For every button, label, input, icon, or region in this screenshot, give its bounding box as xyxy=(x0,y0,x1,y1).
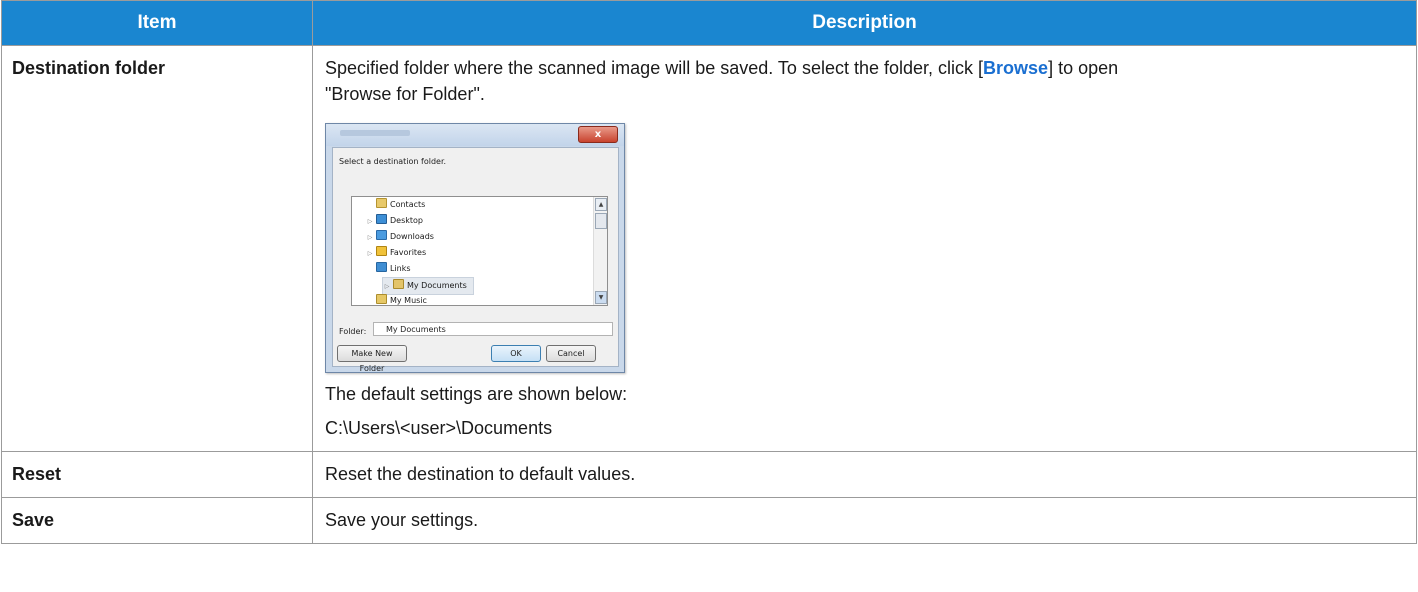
scroll-thumb[interactable] xyxy=(595,213,607,229)
item-name: Destination folder xyxy=(12,58,166,78)
description-cell: Save your settings. xyxy=(312,497,1417,544)
tree-item-my-music[interactable]: My Music xyxy=(366,293,427,305)
folder-label: Folder: xyxy=(339,327,367,336)
expand-arrow-icon[interactable]: ▷ xyxy=(366,214,374,230)
table-row: Destination folder Specified folder wher… xyxy=(1,45,1417,452)
folder-field[interactable]: My Documents xyxy=(373,322,613,336)
description-line: Specified folder where the scanned image… xyxy=(325,55,1404,81)
expand-arrow-icon[interactable]: ▷ xyxy=(366,246,374,262)
dialog-body: Select a destination folder. Contacts ▷ D… xyxy=(332,147,619,373)
ok-button[interactable]: OK xyxy=(491,345,541,362)
item-column-header: Item xyxy=(1,0,313,46)
tree-item-label: Links xyxy=(390,264,411,273)
expand-arrow-icon[interactable]: ▷ xyxy=(366,230,374,246)
tree-scrollbar[interactable]: ▲ ▼ xyxy=(593,197,607,305)
scroll-up-icon[interactable]: ▲ xyxy=(595,198,607,211)
description-line: "Browse for Folder". xyxy=(325,84,485,104)
description-text: Reset the destination to default values. xyxy=(325,464,636,484)
tree-item-links[interactable]: Links xyxy=(366,261,411,277)
default-path: C:\Users\<user>\Documents xyxy=(325,418,553,438)
description-column-header: Description xyxy=(312,0,1417,46)
browse-for-folder-dialog: x Select a destination folder. Contacts … xyxy=(325,123,625,373)
dialog-title-text xyxy=(340,130,410,136)
dialog-prompt: Select a destination folder. xyxy=(339,157,447,166)
folder-tree[interactable]: Contacts ▷ Desktop ▷ Downloads ▷ Favorites … xyxy=(351,196,608,306)
tree-item-desktop[interactable]: ▷ Desktop xyxy=(366,213,423,229)
desktop-folder-icon xyxy=(376,214,387,224)
make-new-folder-button[interactable]: Make New Folder xyxy=(337,345,407,373)
tree-item-label: Favorites xyxy=(390,248,427,257)
description-cell: Specified folder where the scanned image… xyxy=(312,45,1417,452)
documents-folder-icon xyxy=(393,279,404,289)
close-icon[interactable]: x xyxy=(578,126,618,143)
favorites-folder-icon xyxy=(376,246,387,256)
browse-keyword: Browse xyxy=(983,58,1049,78)
default-settings-label: The default settings are shown below: xyxy=(325,384,628,404)
item-name: Save xyxy=(12,510,55,530)
tree-item-downloads[interactable]: ▷ Downloads xyxy=(366,229,434,245)
dialog-title-bar: x xyxy=(326,124,624,146)
table-header-row: Item Description xyxy=(1,0,1417,46)
table-row: Reset Reset the destination to default v… xyxy=(1,451,1417,498)
links-folder-icon xyxy=(376,262,387,272)
tree-item-label: My Music xyxy=(390,296,427,305)
contacts-folder-icon xyxy=(376,198,387,208)
table-row: Save Save your settings. xyxy=(1,497,1417,544)
tree-item-label: Contacts xyxy=(390,200,426,209)
music-folder-icon xyxy=(376,294,387,304)
cancel-button[interactable]: Cancel xyxy=(546,345,596,362)
item-cell: Reset xyxy=(1,451,313,498)
description-text: Save your settings. xyxy=(325,510,479,530)
settings-table: Item Description Destination folder Spec… xyxy=(1,0,1417,544)
scroll-down-icon[interactable]: ▼ xyxy=(595,291,607,304)
description-text: Specified folder where the scanned image… xyxy=(325,58,984,78)
tree-item-label: Downloads xyxy=(390,232,434,241)
description-cell: Reset the destination to default values. xyxy=(312,451,1417,498)
item-name: Reset xyxy=(12,464,62,484)
tree-item-contacts[interactable]: Contacts xyxy=(366,197,425,213)
description-text: ] to open xyxy=(1048,58,1119,78)
item-cell: Destination folder xyxy=(1,45,313,452)
tree-item-favorites[interactable]: ▷ Favorites xyxy=(366,245,426,261)
downloads-folder-icon xyxy=(376,230,387,240)
tree-item-label: My Documents xyxy=(407,281,467,290)
item-cell: Save xyxy=(1,497,313,544)
tree-item-label: Desktop xyxy=(390,216,423,225)
